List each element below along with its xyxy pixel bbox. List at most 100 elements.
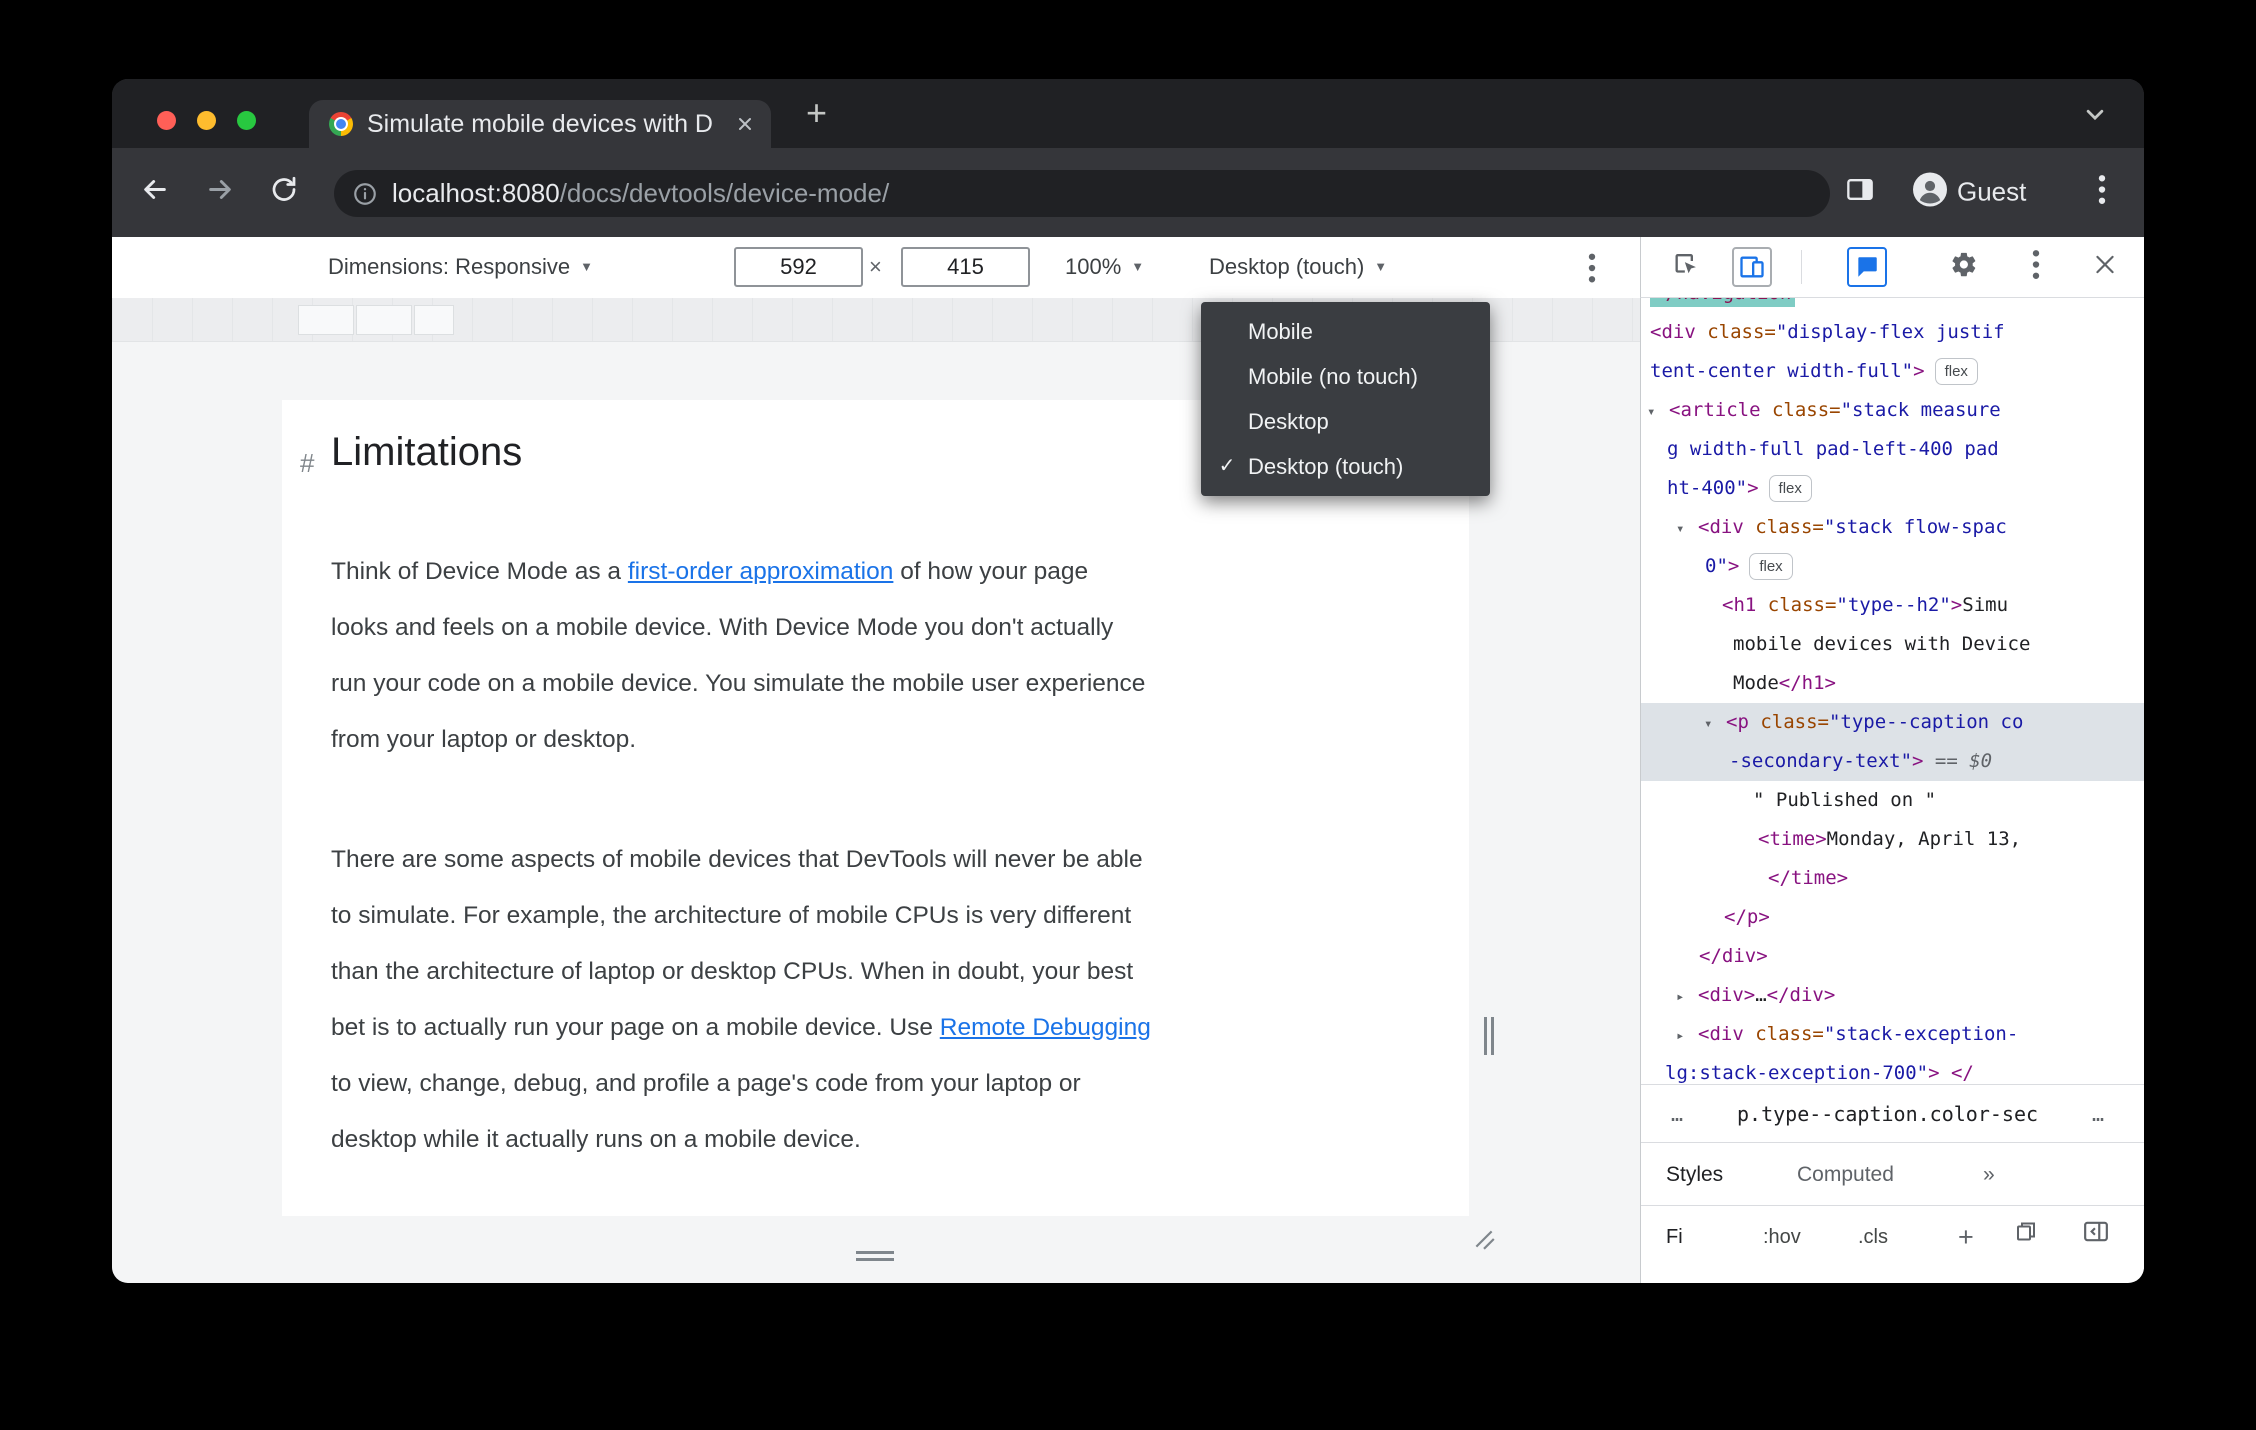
zoom-selector[interactable]: 100% ▼ [1065,237,1144,297]
dropdown-item[interactable]: ✓ Desktop (touch) [1201,444,1490,489]
info-icon[interactable] [352,181,378,207]
code-segment: </time> [1768,867,1849,889]
devtools-close-icon[interactable] [2092,252,2118,283]
window-minimize-button[interactable] [197,111,216,130]
viewport-resize-handle-bottom[interactable] [856,1251,894,1254]
copy-styles-icon[interactable] [2014,1206,2038,1269]
code-segment: " Published on " [1753,789,1937,811]
avatar[interactable] [1913,172,1947,212]
dom-tree-node[interactable]: </p> [1641,898,2144,937]
tab-styles[interactable]: Styles [1666,1143,1723,1207]
tab-close-icon[interactable] [733,112,757,141]
device-type-selector[interactable]: Desktop (touch) ▼ [1209,237,1387,297]
styles-filter-bar: Fi :hov .cls + [1641,1206,2144,1269]
gear-icon[interactable] [1950,251,1978,284]
dom-tree-node[interactable]: ▾ <div class="stack flow-spac [1641,508,2144,547]
code-segment: "stack flow-spac [1823,516,2007,538]
inline-link[interactable]: first-order approximation [628,558,894,585]
devtools-kebab-icon[interactable] [2032,250,2040,285]
disclosure-arrow-icon[interactable]: ▸ [1676,978,1698,1017]
device-mode-toolbar: Dimensions: Responsive ▼ × 100% ▼ Desktop … [112,237,1640,299]
reload-icon[interactable] [269,175,299,210]
dom-tree-node[interactable]: " Published on " [1641,781,2144,820]
dom-tree-node[interactable]: <time>Monday, April 13, [1641,820,2144,859]
window-close-button[interactable] [157,111,176,130]
breadcrumb-overflow-left[interactable]: … [1671,1085,1683,1143]
dom-tree-node[interactable]: -secondary-text"> == $0 [1641,742,2144,781]
viewport-height-input[interactable] [901,247,1030,287]
dimensions-selector[interactable]: Dimensions: Responsive ▼ [328,237,593,297]
dom-tree-node[interactable]: <div class="display-flex justif [1641,313,2144,352]
element-classes-button[interactable]: .cls [1858,1206,1888,1269]
dock-sidebar-toggle-icon[interactable] [2083,1206,2109,1269]
disclosure-arrow-icon[interactable]: ▾ [1704,705,1726,744]
window-zoom-button[interactable] [237,111,256,130]
toggle-element-state-button[interactable]: :hov [1763,1206,1801,1269]
code-segment: <div> [1698,984,1756,1006]
dom-tree-node[interactable]: mobile devices with Device [1641,625,2144,664]
new-style-rule-button[interactable]: + [1958,1206,1974,1269]
viewport-width-input[interactable] [734,247,863,287]
address-bar[interactable]: localhost:8080/docs/devtools/device-mode… [334,170,1830,217]
device-toolbar-toggle-icon[interactable] [1732,247,1772,287]
paragraph-line: desktop while it actually runs on a mobi… [331,1112,1429,1168]
flex-badge[interactable]: flex [1749,553,1793,580]
dom-tree-node[interactable]: ▾ <p class="type--caption co [1641,703,2144,742]
dimensions-label: Dimensions: Responsive [328,254,571,279]
dom-tree-node[interactable]: g width-full pad-left-400 pad [1641,430,2144,469]
disclosure-arrow-icon[interactable]: ▸ [1676,1017,1698,1056]
dom-tree-node[interactable]: ▸ <div class="stack-exception- [1641,1015,2144,1054]
paragraph-text: from your laptop or desktop. [331,726,637,753]
dom-tree-node[interactable]: </div> [1641,937,2144,976]
console-bubble-icon[interactable] [1847,247,1887,287]
forward-icon[interactable] [204,174,236,211]
browser-tab[interactable]: Simulate mobile devices with D [309,100,771,148]
dom-tree-node[interactable]: </time> [1641,859,2144,898]
dropdown-arrow-icon: ▼ [1374,259,1388,274]
profile-name[interactable]: Guest [1957,177,2026,208]
paragraph-line: to simulate. For example, the architectu… [331,888,1429,944]
dom-tree-node[interactable]: ht-400"> flex [1641,469,2144,508]
inline-link[interactable]: Remote Debugging [940,1014,1151,1041]
dimensions-separator: × [869,254,882,279]
dom-tree-node[interactable]: 0"> flex [1641,547,2144,586]
dropdown-item[interactable]: Desktop [1201,399,1490,444]
paragraph: Think of Device Mode as a first-order ap… [331,544,1429,768]
side-panel-icon[interactable] [1846,178,1874,207]
code-segment: > [1727,555,1740,577]
dom-tree-node[interactable]: <h1 class="type--h2">Simu [1641,586,2144,625]
tab-computed[interactable]: Computed [1797,1143,1894,1207]
inspect-icon[interactable] [1672,251,1700,284]
dom-tree-node[interactable]: tent-center width-full"> flex [1641,352,2144,391]
code-segment: <div [1650,321,1696,343]
viewport-resize-handle-bottom[interactable] [856,1258,894,1261]
dom-tree-node[interactable]: </navigation [1641,298,2144,313]
flex-badge[interactable]: flex [1934,358,1978,385]
flex-badge[interactable]: flex [1768,475,1812,502]
chevron-down-icon[interactable] [2084,103,2106,130]
tab-overflow-chevrons[interactable]: » [1983,1143,1998,1207]
check-icon: ✓ [1218,455,1236,477]
dropdown-item[interactable]: Mobile [1201,309,1490,354]
viewport-resize-handle-corner[interactable] [1472,1227,1496,1256]
disclosure-arrow-icon[interactable]: ▾ [1647,393,1669,432]
dom-tree-node[interactable]: ▾ <article class="stack measure [1641,391,2144,430]
viewport-resize-handle-right[interactable] [1491,1017,1494,1055]
dom-tree-node[interactable]: ▸ <div>…</div> [1641,976,2144,1015]
code-segment: 0" [1705,555,1728,577]
device-toolbar-kebab-icon[interactable] [1588,237,1596,297]
new-tab-button[interactable]: + [806,93,827,133]
back-icon[interactable] [139,174,171,211]
heading-anchor-hash[interactable]: # [300,437,314,489]
dom-tree-node[interactable]: Mode</h1> [1641,664,2144,703]
code-segment: > [1913,360,1925,382]
paragraph-text: to view, change, debug, and profile a pa… [331,1070,1081,1097]
code-segment: > </ [1928,1062,1974,1084]
browser-menu-kebab-icon[interactable] [2098,175,2106,210]
dropdown-item[interactable]: Mobile (no touch) [1201,354,1490,399]
styles-filter-input[interactable]: Fi [1666,1206,1683,1269]
viewport-resize-handle-right[interactable] [1484,1017,1487,1055]
breadcrumb-selected-node[interactable]: p.type--caption.color-sec [1737,1085,2038,1143]
disclosure-arrow-icon[interactable]: ▾ [1676,510,1698,549]
breadcrumb-overflow-right[interactable]: … [2092,1085,2104,1143]
